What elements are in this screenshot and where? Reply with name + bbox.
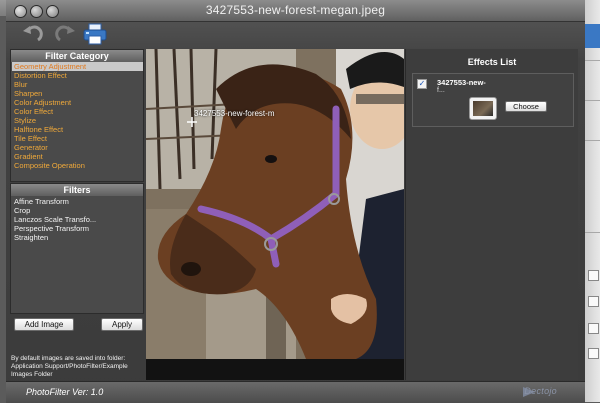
background-checkbox	[588, 323, 599, 334]
background-checkbox	[588, 296, 599, 307]
add-image-button[interactable]: Add Image	[14, 318, 74, 331]
move-cursor	[187, 114, 197, 132]
background-divider	[585, 100, 600, 101]
thumbnail-image	[473, 101, 493, 116]
horse-photo	[146, 49, 404, 359]
category-item-generator[interactable]: Generator	[12, 143, 143, 152]
brand-logo-text: Dectojo	[524, 386, 557, 396]
effects-list-heading: Effects List	[467, 57, 517, 67]
effect-enabled-checkbox[interactable]: ✓	[417, 79, 427, 89]
undo-icon	[23, 25, 43, 42]
category-item-stylize[interactable]: Stylize	[12, 116, 143, 125]
category-item-tile-effect[interactable]: Tile Effect	[12, 134, 143, 143]
background-divider	[585, 60, 600, 61]
category-item-blur[interactable]: Blur	[12, 80, 143, 89]
redo-icon	[55, 25, 75, 42]
save-note-line: Images Folder	[11, 371, 53, 378]
effect-list-item[interactable]: ✓ 3427553-new- f... Choose	[412, 73, 574, 127]
background-blue-bar	[585, 24, 600, 48]
effects-list-panel: Effects List ✓ 3427553-new- f... Choose	[405, 49, 578, 380]
save-note-line: Application Support/PhotoFilter/Example	[11, 363, 128, 370]
undo-button[interactable]	[20, 23, 46, 45]
print-icon	[83, 23, 107, 45]
category-item-composite-operation[interactable]: Composite Operation	[12, 161, 143, 170]
filter-item-lanczos-scale[interactable]: Lanczos Scale Transfo...	[12, 215, 143, 224]
filter-category-list: Geometry Adjustment Distortion Effect Bl…	[11, 62, 143, 170]
crosshair-icon	[187, 117, 197, 127]
apply-button[interactable]: Apply	[101, 318, 143, 331]
save-note-line: By default images are saved into folder:	[11, 355, 126, 362]
title-bar: 3427553-new-forest-megan.jpeg	[6, 0, 585, 22]
background-checkbox	[588, 270, 599, 281]
save-location-note: By default images are saved into folder:…	[11, 355, 143, 379]
effect-name-continued: f...	[437, 87, 445, 94]
filter-item-affine-transform[interactable]: Affine Transform	[12, 197, 143, 206]
category-item-gradient[interactable]: Gradient	[12, 152, 143, 161]
background-divider	[585, 140, 600, 141]
category-item-geometry-adjustment[interactable]: Geometry Adjustment	[12, 62, 143, 71]
filters-heading: Filters	[11, 184, 143, 196]
filter-category-panel: Filter Category Geometry Adjustment Dist…	[10, 49, 144, 182]
redo-button[interactable]	[52, 23, 78, 45]
category-item-distortion-effect[interactable]: Distortion Effect	[12, 71, 143, 80]
filters-panel: Filters Affine Transform Crop Lanczos Sc…	[10, 183, 144, 314]
filter-item-crop[interactable]: Crop	[12, 206, 143, 215]
filter-item-perspective-transform[interactable]: Perspective Transform	[12, 224, 143, 233]
print-button[interactable]	[82, 23, 108, 45]
choose-button[interactable]: Choose	[505, 101, 547, 112]
category-item-color-effect[interactable]: Color Effect	[12, 107, 143, 116]
image-preview[interactable]	[146, 49, 404, 359]
background-browser-sidebar	[585, 0, 600, 402]
category-item-color-adjustment[interactable]: Color Adjustment	[12, 98, 143, 107]
filter-item-straighten[interactable]: Straighten	[12, 233, 143, 242]
background-divider	[585, 232, 600, 233]
filters-list: Affine Transform Crop Lanczos Scale Tran…	[11, 196, 143, 242]
effect-thumbnail[interactable]	[469, 97, 497, 120]
status-bar: PhotoFilter Ver: 1.0 Dectojo	[6, 381, 585, 403]
preview-caption: 3427553-new-forest-m	[194, 109, 275, 118]
preview-bottom-strip	[146, 359, 404, 380]
background-checkbox	[588, 348, 599, 359]
version-label: PhotoFilter Ver: 1.0	[26, 387, 104, 397]
filter-category-heading: Filter Category	[11, 50, 143, 62]
category-item-sharpen[interactable]: Sharpen	[12, 89, 143, 98]
category-item-halftone-effect[interactable]: Halftone Effect	[12, 125, 143, 134]
window-title: 3427553-new-forest-megan.jpeg	[205, 3, 386, 17]
effect-name: 3427553-new-	[437, 78, 486, 87]
